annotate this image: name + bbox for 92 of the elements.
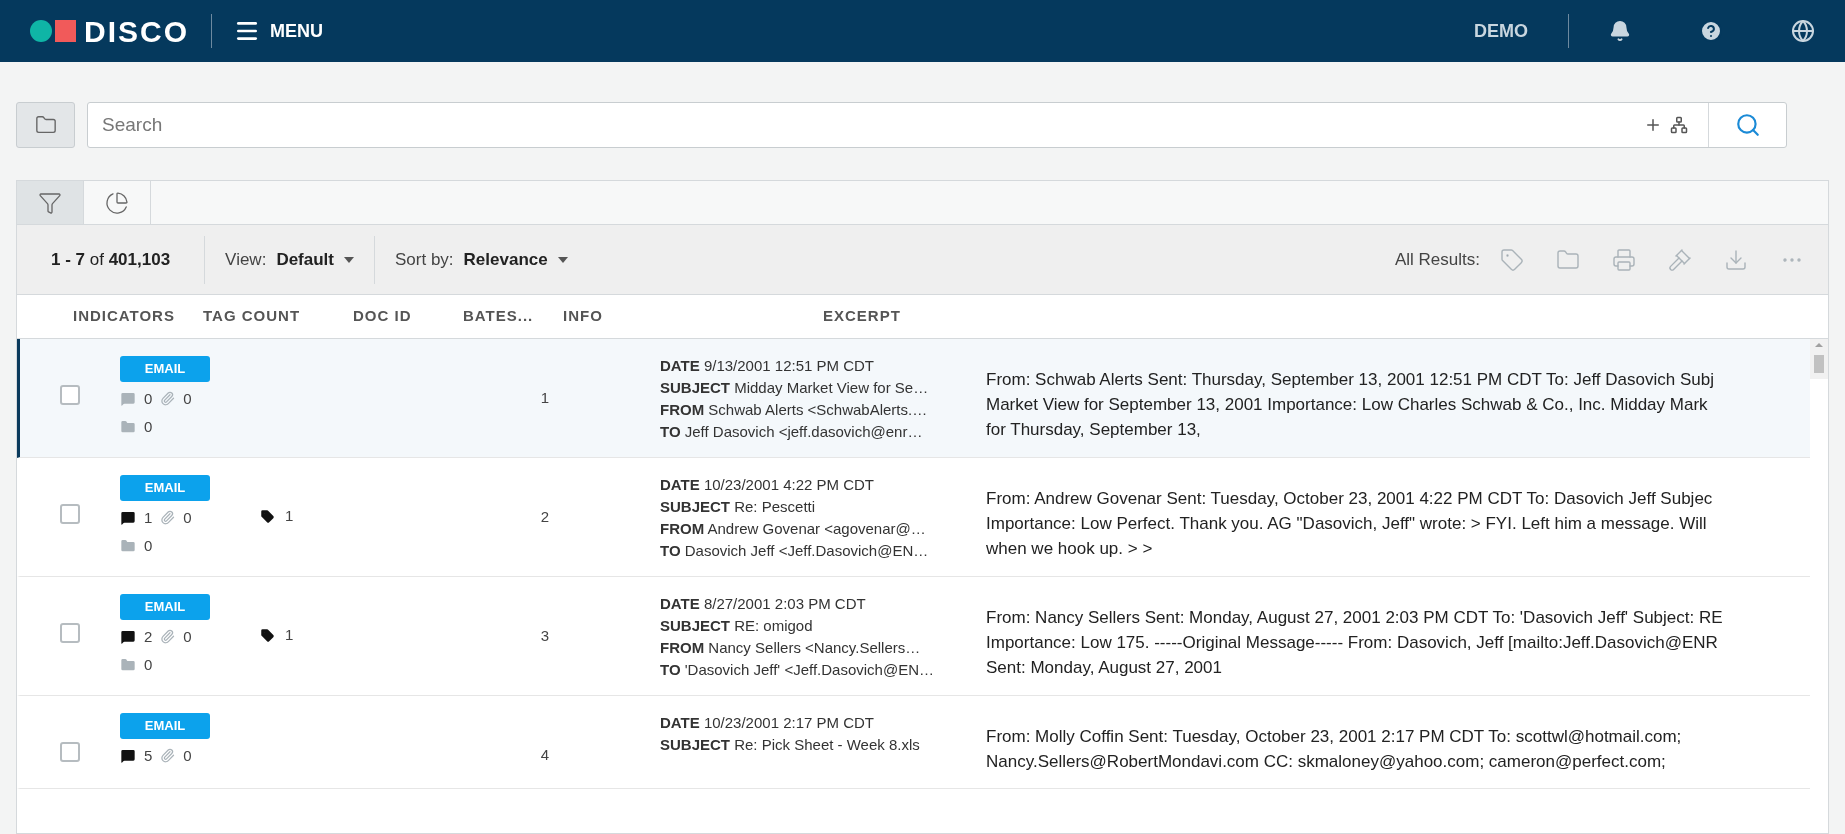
panel-tab[interactable] — [17, 181, 84, 224]
tag-count: 1 — [285, 625, 294, 645]
row-checkbox[interactable] — [60, 504, 80, 524]
row-checkbox[interactable] — [60, 623, 80, 643]
all-results-label: All Results: — [1394, 248, 1480, 271]
excerpt-line: From: Nancy Sellers Sent: Monday, August 27, 2001 2:03 PM CDT To: 'Dasovich Jeff' Subject: RE — [986, 607, 1724, 629]
bates-number: 4 — [540, 746, 550, 763]
attachment-count: 0 — [183, 745, 192, 766]
excerpt-line: when we hook up. > > — [986, 538, 1154, 560]
tag-icon[interactable] — [1500, 247, 1524, 272]
column-header[interactable]: BATES... — [463, 305, 563, 328]
email-badge: EMAIL — [120, 713, 210, 739]
comment-count: 0 — [144, 388, 153, 409]
info-line: DATE 10/23/2001 2:17 PM CDT — [660, 713, 875, 733]
search-icon — [1734, 112, 1761, 138]
caret-icon — [557, 256, 568, 263]
info-line: TO 'Dasovich Jeff' <Jeff.Dasovich@EN… — [660, 660, 935, 680]
excerpt-line: Importance: Low 175. -----Original Message----- From: Dasovich, Jeff [mailto:Jeff.Dasovich@ENR — [986, 632, 1719, 654]
excerpt-line: Nancy.Sellers@RobertMondavi.com CC: skmaloney@yahoo.com; cameron@perfect.com; — [986, 751, 1667, 773]
caret-icon — [344, 256, 354, 263]
paperclip-icon — [160, 748, 176, 764]
info-line: FROM Andrew Govenar <agovenar@… — [660, 519, 927, 539]
bates-number: 3 — [540, 627, 550, 644]
paperclip-icon — [160, 629, 176, 645]
folder-count: 0 — [144, 655, 153, 675]
plus-icon[interactable] — [1644, 116, 1662, 134]
logo-icon — [30, 20, 76, 42]
info-line: SUBJECT Re: Pick Sheet - Week 8.xls — [660, 735, 921, 755]
view-dropdown[interactable]: Default — [276, 246, 354, 273]
download-icon[interactable] — [1724, 247, 1748, 272]
column-header[interactable]: TAG COUNT — [203, 305, 353, 328]
gavel-icon[interactable] — [1668, 247, 1692, 272]
excerpt-line: Importance: Low Perfect. Thank you. AG "Dasovich, Jeff" wrote: > FYI. Left him a message. Will — [986, 513, 1708, 535]
menu-button[interactable]: MENU — [234, 17, 323, 45]
paperclip-icon — [160, 391, 176, 407]
info-line: SUBJECT Re: Pescetti — [660, 497, 817, 517]
row-checkbox[interactable] — [60, 385, 80, 405]
folder-count: 0 — [144, 536, 153, 556]
excerpt-line: Sent: Monday, August 27, 2001 — [986, 657, 1223, 679]
info-line: TO Dasovich Jeff <Jeff.Dasovich@EN… — [660, 541, 930, 561]
column-header[interactable]: DOC ID — [353, 305, 463, 328]
attachment-count: 0 — [183, 388, 192, 409]
pie-chart-icon — [105, 190, 129, 215]
attachment-count: 0 — [183, 507, 192, 528]
tag-count: 1 — [285, 506, 294, 526]
excerpt-line: Market View for September 13, 2001 Importance: Low Charles Schwab & Co., Inc. Midday Mark — [986, 394, 1709, 416]
logo-text: DISCO — [84, 13, 189, 50]
filter-icon — [38, 190, 62, 215]
bell-icon[interactable] — [1609, 20, 1631, 42]
sort-dropdown[interactable]: Relevance — [463, 246, 568, 273]
column-header[interactable]: INDICATORS — [73, 305, 203, 328]
bates-number: 2 — [540, 508, 550, 525]
folder-icon — [34, 114, 57, 136]
comment-count: 5 — [144, 745, 153, 766]
scrollbar[interactable] — [1810, 339, 1828, 379]
attachment-count: 0 — [183, 626, 192, 647]
excerpt-line: From: Schwab Alerts Sent: Thursday, September 13, 2001 12:51 PM CDT To: Jeff Dasovich Subj — [986, 369, 1715, 391]
info-line: FROM Schwab Alerts <SchwabAlerts.… — [660, 400, 929, 420]
info-line: SUBJECT RE: omigod — [660, 616, 814, 636]
info-line: DATE 9/13/2001 12:51 PM CDT — [660, 356, 875, 376]
row-checkbox[interactable] — [60, 742, 80, 762]
email-badge: EMAIL — [120, 594, 210, 620]
result-row[interactable] — [17, 339, 1810, 458]
column-header[interactable]: EXCERPT — [823, 305, 1023, 328]
column-header[interactable]: INFO — [563, 305, 823, 328]
info-line: SUBJECT Midday Market View for Se… — [660, 378, 930, 398]
folder-icon[interactable] — [1556, 247, 1580, 272]
comment-count: 2 — [144, 626, 153, 647]
folder-count: 0 — [144, 417, 153, 437]
email-badge: EMAIL — [120, 356, 210, 382]
view-label: View: — [225, 248, 267, 271]
folder-button[interactable] — [16, 102, 75, 148]
info-line: DATE 8/27/2001 2:03 PM CDT — [660, 594, 867, 614]
comment-count: 1 — [144, 507, 153, 528]
tag-icon — [260, 627, 275, 643]
hierarchy-icon[interactable] — [1670, 116, 1688, 134]
result-count: 1 - 7 of 401,103 — [50, 248, 172, 271]
print-icon[interactable] — [1612, 247, 1636, 272]
paperclip-icon — [160, 510, 176, 526]
info-line: FROM Nancy Sellers <Nancy.Sellers… — [660, 638, 922, 658]
tag-icon — [260, 508, 275, 524]
user-name[interactable]: DEMO — [1474, 17, 1528, 45]
sort-label: Sort by: — [395, 248, 454, 271]
excerpt-line: for Thursday, September 13, — [986, 419, 1202, 441]
info-line: DATE 10/23/2001 4:22 PM CDT — [660, 475, 875, 495]
excerpt-line: From: Molly Coffin Sent: Tuesday, October 23, 2001 2:17 PM CDT To: scottwl@hotmail.com; — [986, 726, 1683, 748]
bates-number: 1 — [540, 389, 550, 406]
excerpt-line: From: Andrew Govenar Sent: Tuesday, October 23, 2001 4:22 PM CDT To: Dasovich Jeff Subjec — [986, 488, 1714, 510]
info-line: TO Jeff Dasovich <jeff.dasovich@enr… — [660, 422, 924, 442]
help-icon[interactable] — [1699, 19, 1723, 43]
globe-icon[interactable] — [1791, 19, 1815, 43]
email-badge: EMAIL — [120, 475, 210, 501]
